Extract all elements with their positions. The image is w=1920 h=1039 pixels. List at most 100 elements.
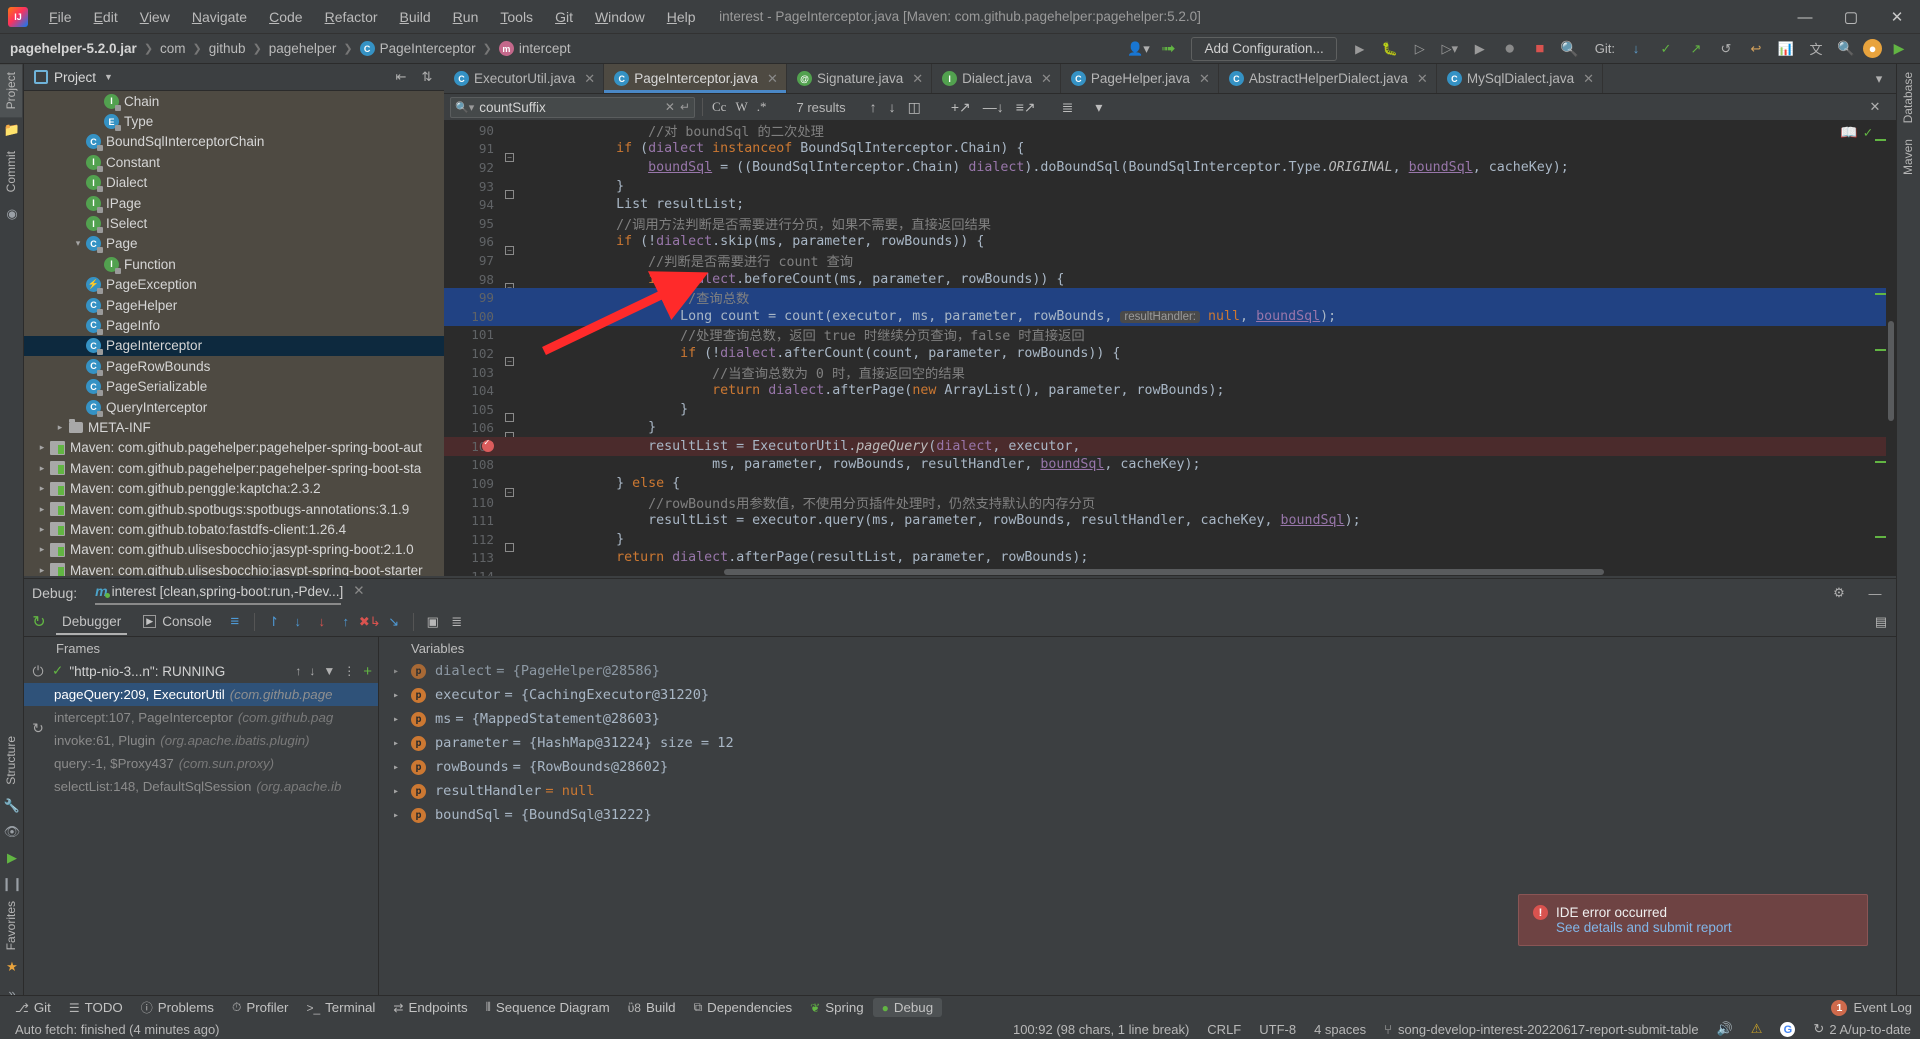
sidebar-tab-structure[interactable]: Structure <box>0 728 22 793</box>
code-line[interactable]: 101 //处理查询总数，返回 true 时继续分页查询，false 时直接返回 <box>444 326 1896 344</box>
submit-report-link[interactable]: See details and submit report <box>1556 920 1732 935</box>
editor-tab-pageinterceptor-java[interactable]: C PageInterceptor.java ✕ <box>604 64 787 93</box>
layout-settings-icon[interactable]: ▤ <box>1874 611 1896 633</box>
close-button[interactable]: ✕ <box>1874 0 1920 34</box>
tree-item[interactable]: ▸ Maven: com.github.tobato:fastdfs-client… <box>24 519 444 539</box>
next-match-icon[interactable]: ↓ <box>889 99 896 115</box>
close-tab-icon[interactable]: ✕ <box>767 71 778 87</box>
breadcrumb-item-intercept[interactable]: m intercept <box>498 41 571 56</box>
event-log-widget[interactable]: 1 Event Log <box>1831 999 1920 1016</box>
chevron-right-icon[interactable]: ▸ <box>393 690 407 701</box>
code-lines[interactable]: 90 //对 boundSql 的二次处理 91− if (dialect ins… <box>444 121 1896 576</box>
stop-gray-icon[interactable]: ● <box>1497 37 1523 61</box>
tree-item[interactable]: I IPage <box>24 193 444 213</box>
menu-tools[interactable]: Tools <box>489 5 544 29</box>
scrollbar-thumb[interactable] <box>1888 321 1894 421</box>
breadcrumb-item-com[interactable]: com <box>160 41 186 56</box>
hammer-build-icon[interactable]: ➟ <box>1155 37 1181 61</box>
tool-window-todo[interactable]: ☰ TODO <box>60 998 132 1017</box>
tab-debugger[interactable]: Debugger <box>52 610 131 635</box>
chevron-right-icon[interactable]: ▸ <box>393 666 407 677</box>
sidebar-tab-favorites[interactable]: Favorites <box>0 897 22 954</box>
tree-item[interactable]: C PageHelper <box>24 295 444 315</box>
clear-search-icon[interactable]: ✕ <box>665 100 675 114</box>
sidebar-tab-project[interactable]: Project <box>0 64 22 118</box>
tool-window-build[interactable]: ὒ8 Build <box>619 998 685 1017</box>
chevron-right-icon[interactable]: ▸ <box>34 565 50 576</box>
close-tab-icon[interactable]: ✕ <box>1583 71 1594 87</box>
tool-window-debug[interactable]: ● Debug <box>872 998 943 1017</box>
code-editor[interactable]: 90 //对 boundSql 的二次处理 91− if (dialect ins… <box>444 121 1896 576</box>
menu-navigate[interactable]: Navigate <box>181 5 258 29</box>
tree-item[interactable]: C PageSerializable <box>24 376 444 397</box>
chevron-right-icon[interactable]: ▸ <box>393 786 407 797</box>
chevron-down-icon[interactable]: ▼ <box>104 72 113 82</box>
warning-icon[interactable]: ⚠ <box>1742 1021 1772 1037</box>
thread-selector[interactable]: ✓ "http-nio-3...n": RUNNING ↑ ↓ ▼ ⋮ + <box>24 659 378 683</box>
tree-item[interactable]: ▸ Maven: com.github.penggle:kaptcha:2.3.2 <box>24 478 444 498</box>
editor-tab-pagehelper-java[interactable]: C PageHelper.java ✕ <box>1061 64 1219 93</box>
breadcrumb-item-pageinterceptor[interactable]: C PageInterceptor <box>359 41 476 56</box>
tree-item[interactable]: C PageInfo <box>24 315 444 335</box>
tree-item[interactable]: ⚡ PageException <box>24 275 444 295</box>
frames-list[interactable]: pageQuery:209, ExecutorUtil (com.github.p… <box>24 683 378 798</box>
play-green-icon[interactable]: ▶ <box>1886 37 1912 61</box>
commit-node-icon[interactable]: ◉ <box>0 201 24 227</box>
git-branch-widget[interactable]: ⑂ song-develop-interest-20220617-report-… <box>1375 1022 1707 1037</box>
speaker-icon[interactable]: 🔊 <box>1708 1021 1742 1037</box>
git-commit-icon[interactable]: ✓ <box>1653 37 1679 61</box>
close-icon[interactable]: ✕ <box>353 583 364 599</box>
chevron-right-icon[interactable]: ▸ <box>393 738 407 749</box>
editor-tab-executorutil-java[interactable]: C ExecutorUtil.java ✕ <box>444 64 605 93</box>
pause-icon[interactable]: ❙❙ <box>0 871 24 897</box>
tree-item[interactable]: ▸ Maven: com.github.ulisesbocchio:jasypt-… <box>24 560 444 576</box>
sidebar-tab-maven[interactable]: Maven <box>1897 131 1919 183</box>
tree-item[interactable]: C PageInterceptor <box>24 335 444 357</box>
bar-chart-icon[interactable]: 📊 <box>1773 37 1799 61</box>
error-stripe[interactable] <box>1872 121 1886 576</box>
debug-icon[interactable]: 🐛 <box>1377 37 1403 61</box>
updates-widget[interactable]: ↻ 2 A/up-to-date <box>1804 1021 1920 1037</box>
drop-frame-icon[interactable]: ✖↳ <box>359 611 381 633</box>
variable-row[interactable]: ▸ p rowBounds = {RowBounds@28602} <box>379 755 1896 779</box>
run-to-cursor-icon[interactable]: ↘ <box>383 611 405 633</box>
profiler-dropdown-icon[interactable]: ▷▾ <box>1437 37 1463 61</box>
variables-list[interactable]: ▸ p dialect = {PageHelper@28586} ▸ p executor… <box>379 659 1896 827</box>
tool-window-sequence-diagram[interactable]: ⦀ Sequence Diagram <box>477 998 619 1017</box>
frame-row[interactable]: invoke:61, Plugin (org.apache.ibatis.plug… <box>24 729 378 752</box>
code-line[interactable]: 112 } <box>444 530 1896 553</box>
editor-tab-dialect-java[interactable]: I Dialect.java ✕ <box>932 64 1061 93</box>
close-tab-icon[interactable]: ✕ <box>1041 71 1052 87</box>
code-line[interactable]: 110 //rowBounds用参数值，不使用分页插件处理时，仍然支持默认的内存… <box>444 493 1896 512</box>
editor-horizontal-scrollbar[interactable] <box>504 569 1876 576</box>
chevron-right-icon[interactable]: ▸ <box>52 422 68 433</box>
chevron-right-icon[interactable]: ▸ <box>34 463 50 474</box>
git-update-icon[interactable]: ↓ <box>1623 37 1649 61</box>
menu-bar[interactable]: File Edit View Navigate Code Refactor Build Run… <box>38 5 707 29</box>
rerun-icon[interactable]: ↻ <box>28 611 50 633</box>
tab-console[interactable]: ▶ Console <box>133 610 221 633</box>
debug-configuration-tab[interactable]: m interest [clean,spring-boot:run,-Pdev.… <box>95 583 365 605</box>
code-line[interactable]: 91− if (dialect instanceof BoundSqlInter… <box>444 140 1896 162</box>
attach-process-icon[interactable]: ▶ <box>1467 37 1493 61</box>
menu-refactor[interactable]: Refactor <box>314 5 389 29</box>
code-line[interactable]: 96− if (!dialect.skip(ms, parameter, row… <box>444 233 1896 255</box>
menu-help[interactable]: Help <box>656 5 707 29</box>
code-line[interactable]: 108 ms, parameter, rowBounds, resultHand… <box>444 456 1896 475</box>
editor-tab-mysqldialect-java[interactable]: C MySqlDialect.java ✕ <box>1437 64 1604 93</box>
tree-item[interactable]: I Dialect <box>24 173 444 193</box>
chevron-right-icon[interactable]: ▸ <box>34 504 50 515</box>
tree-item[interactable]: I ISelect <box>24 213 444 234</box>
code-line[interactable]: 102− if (!dialect.afterCount(count, para… <box>444 344 1896 367</box>
editor-tab-bar[interactable]: C ExecutorUtil.java ✕ C PageInterceptor.java… <box>444 64 1896 94</box>
menu-git[interactable]: Git <box>544 5 584 29</box>
chevron-right-icon[interactable]: ▸ <box>34 483 50 494</box>
frame-row[interactable]: pageQuery:209, ExecutorUtil (com.github.p… <box>24 683 378 706</box>
minimize-button[interactable]: — <box>1782 0 1828 34</box>
editor-tab-abstracthelperdialect-java[interactable]: C AbstractHelperDialect.java ✕ <box>1219 64 1437 93</box>
tool-window-git[interactable]: ⎇ Git <box>6 998 60 1017</box>
prev-match-icon[interactable]: ↑ <box>870 99 877 115</box>
code-line[interactable]: 111 resultList = executor.query(ms, para… <box>444 511 1896 530</box>
tree-item[interactable]: ▸ Maven: com.github.pagehelper:pagehelper… <box>24 438 444 458</box>
breadcrumb[interactable]: pagehelper-5.2.0.jar ❯ com ❯ github ❯ pagehelp… <box>10 41 571 56</box>
